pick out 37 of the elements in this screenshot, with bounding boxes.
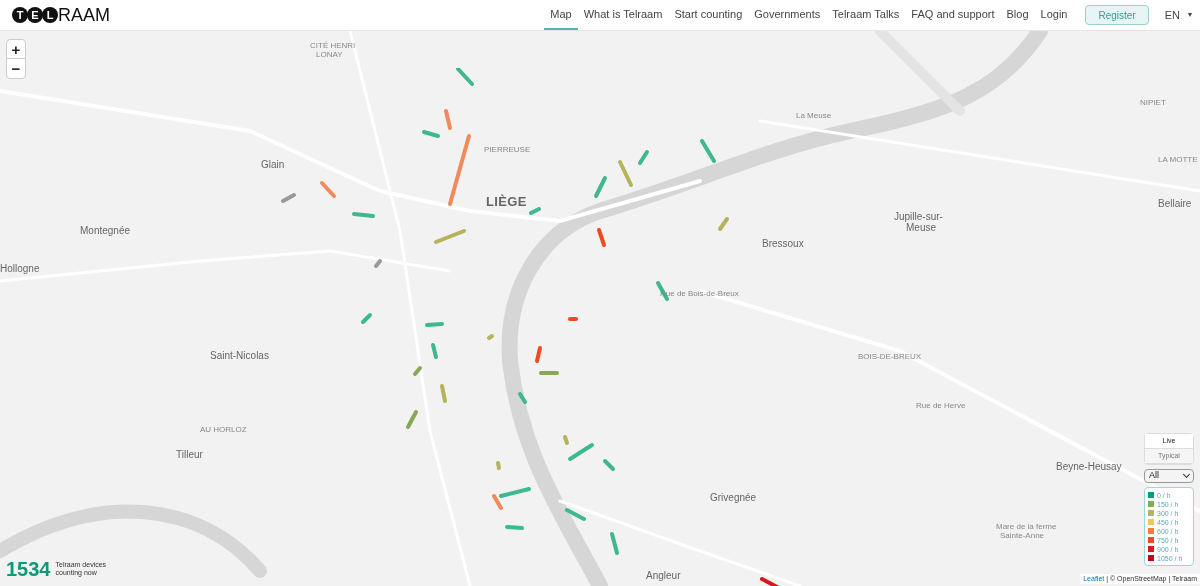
place-label: Bressoux	[762, 239, 804, 249]
place-label: CITÉ HENRI	[310, 42, 356, 50]
place-label: AU HORLOZ	[200, 426, 247, 434]
zoom-out-button[interactable]: −	[7, 59, 25, 78]
place-label: BOIS-DE-BREUX	[858, 353, 922, 361]
place-label: LIÈGE	[486, 195, 527, 208]
place-label: Saint-Nicolas	[210, 351, 269, 361]
place-label: Jupille-sur-	[894, 212, 943, 222]
place-label: La Meuse	[796, 112, 832, 120]
place-label: LA MOTTE	[1158, 156, 1198, 164]
filter-select[interactable]: All	[1144, 469, 1194, 483]
place-label: Rue de Herve	[916, 402, 966, 410]
place-label: Meuse	[906, 223, 936, 233]
nav-link[interactable]: Telraam Talks	[826, 0, 906, 30]
nav-link[interactable]: What is Telraam	[577, 0, 669, 30]
place-label: Beyne-Heusay	[1056, 462, 1122, 472]
place-label: Glain	[261, 160, 285, 170]
place-label: PIERREUSE	[484, 146, 531, 154]
zoom-in-button[interactable]: +	[7, 40, 25, 59]
telraam-logo[interactable]: T E L RAAM	[12, 6, 110, 24]
place-label: Sainte-Anne	[1000, 532, 1045, 540]
nav-link[interactable]: Start counting	[668, 0, 749, 30]
place-label: Angleur	[646, 571, 681, 581]
place-label: Montegnée	[80, 226, 131, 236]
place-label: Bellaire	[1158, 199, 1192, 209]
nav-link[interactable]: FAQ and support	[905, 0, 1001, 30]
place-label: Grivegnée	[710, 493, 757, 503]
place-label: Hollogne	[0, 264, 40, 274]
place-label: LONAY	[316, 51, 343, 59]
place-label: NIPIET	[1140, 99, 1166, 107]
place-label: Mare de la ferme	[996, 523, 1057, 531]
nav-link[interactable]: Blog	[1000, 0, 1035, 30]
language-select[interactable]: EN ▾	[1164, 6, 1192, 24]
nav-link[interactable]: Governments	[748, 0, 827, 30]
place-label: Tilleur	[176, 450, 203, 460]
nav-link[interactable]: Login	[1034, 0, 1074, 30]
device-count: 1534	[6, 559, 51, 579]
